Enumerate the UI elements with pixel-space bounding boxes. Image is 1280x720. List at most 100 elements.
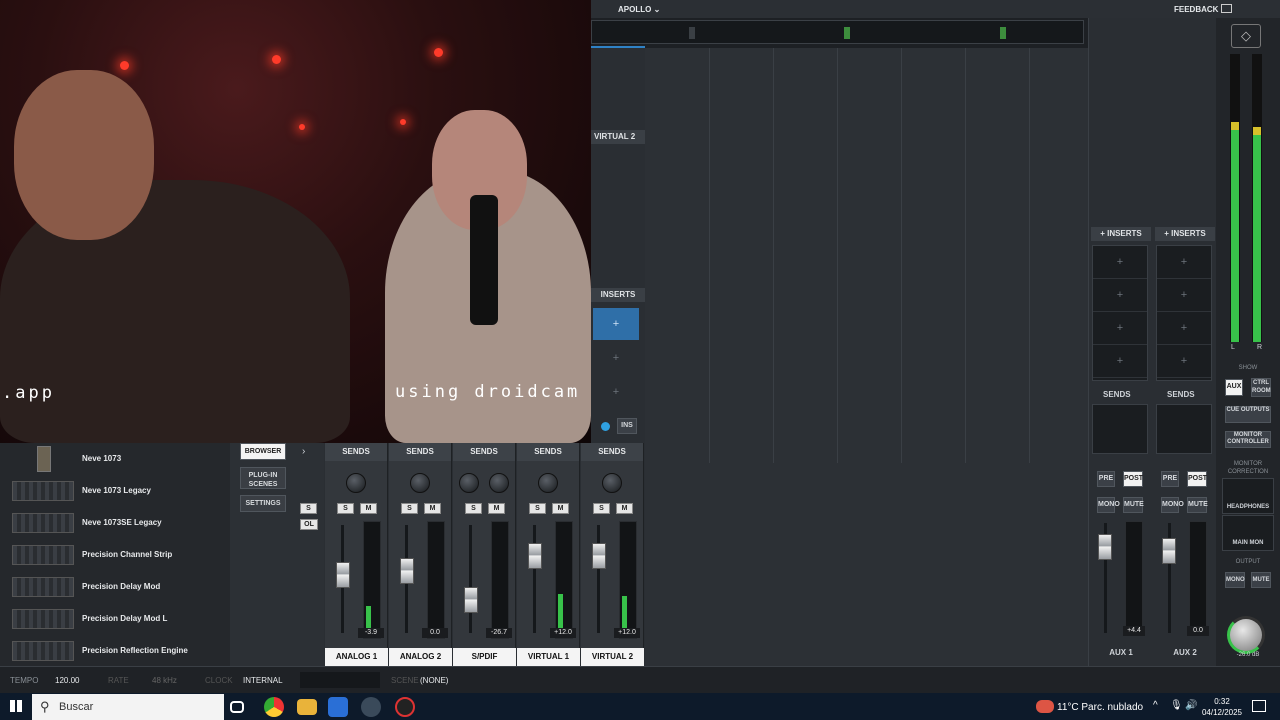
chevron-up-icon[interactable]: ^ [1153, 700, 1158, 711]
insert-slot[interactable]: + [1157, 345, 1211, 378]
aux1-sends-box[interactable] [1092, 404, 1148, 454]
show-aux-button[interactable]: AUX [1225, 379, 1243, 396]
cue-outputs-button[interactable]: CUE OUTPUTS [1225, 406, 1271, 423]
solo-button[interactable]: S [593, 503, 610, 514]
scene-value[interactable]: (NONE) [420, 676, 448, 685]
file-explorer-icon[interactable] [297, 699, 317, 715]
chevron-right-icon[interactable]: › [302, 446, 305, 457]
mute-button[interactable]: M [488, 503, 505, 514]
windows-start-icon[interactable] [10, 700, 22, 712]
aux2-sends-box[interactable] [1156, 404, 1212, 454]
aux1-post-button[interactable]: POST [1123, 471, 1143, 487]
aux1-inserts-header[interactable]: + INSERTS [1091, 227, 1151, 241]
plugin-item[interactable]: Neve 1073 Legacy [0, 475, 230, 507]
browser-tab[interactable]: BROWSER [240, 443, 286, 460]
aux2-post-button[interactable]: POST [1187, 471, 1207, 487]
plugin-item[interactable]: Precision Delay Mod [0, 571, 230, 603]
channel-fader[interactable] [464, 586, 478, 613]
rate-value[interactable]: 48 kHz [152, 676, 177, 685]
solo-button[interactable]: S [337, 503, 354, 514]
plugin-scenes-tab[interactable]: PLUG-IN SCENES [240, 467, 286, 489]
app-icon[interactable] [395, 697, 415, 717]
solo-button[interactable]: S [465, 503, 482, 514]
send-knob[interactable] [538, 473, 558, 493]
app-icon[interactable] [361, 697, 381, 717]
main-mon-box[interactable]: MAIN MON [1222, 515, 1274, 551]
mute-button[interactable]: M [424, 503, 441, 514]
send-knob[interactable] [602, 473, 622, 493]
plugin-item[interactable]: Precision Channel Strip [0, 539, 230, 571]
microphone-icon[interactable]: 🎙 [1170, 700, 1183, 711]
taskbar-search[interactable]: ⚲ Buscar [32, 694, 224, 720]
aux2-pre-button[interactable]: PRE [1161, 471, 1179, 487]
ins-button[interactable]: INS [617, 418, 637, 434]
overload-button[interactable]: OL [300, 519, 318, 530]
window-icon[interactable] [1221, 4, 1232, 13]
task-view-icon[interactable] [230, 701, 244, 713]
send-knob[interactable] [459, 473, 479, 493]
weather-text[interactable]: 11°C Parc. nublado [1057, 702, 1143, 713]
aux2-inserts-header[interactable]: + INSERTS [1155, 227, 1215, 241]
overview-marker [689, 27, 695, 39]
aux2-mute-button[interactable]: MUTE [1187, 497, 1208, 513]
settings-tab[interactable]: SETTINGS [240, 495, 286, 512]
insert-slot[interactable]: + [1157, 312, 1211, 345]
aux2-fader[interactable] [1162, 538, 1176, 564]
notifications-icon[interactable] [1252, 700, 1266, 712]
aux1-fader[interactable] [1098, 534, 1112, 560]
insert-slot[interactable]: + [1157, 279, 1211, 312]
mute-button[interactable]: M [552, 503, 569, 514]
plugin-item[interactable]: Precision Delay Mod L [0, 603, 230, 635]
send-knob[interactable] [410, 473, 430, 493]
app-icon[interactable] [328, 697, 348, 717]
plugin-item[interactable]: Neve 1073 [0, 443, 230, 475]
insert-slot[interactable]: + [1157, 246, 1211, 279]
insert-slot[interactable]: + [1093, 246, 1147, 279]
show-ctrl-room-button[interactable]: CTRL ROOM [1251, 378, 1271, 397]
headphones-box[interactable]: HEADPHONES [1222, 478, 1274, 514]
global-solo-button[interactable]: S [300, 503, 317, 514]
insert-slot[interactable]: + [1093, 345, 1147, 378]
insert-slot-1[interactable]: + [593, 308, 639, 340]
output-mute-button[interactable]: MUTE [1251, 572, 1271, 588]
unison-led-icon[interactable] [601, 422, 610, 431]
aux1-pre-button[interactable]: PRE [1097, 471, 1115, 487]
sends-header[interactable]: SENDS [453, 443, 515, 461]
send-knob[interactable] [346, 473, 366, 493]
solo-button[interactable]: S [401, 503, 418, 514]
meter-right-fill [1253, 127, 1261, 342]
insert-slot-3[interactable]: + [593, 376, 639, 408]
device-selector[interactable]: APOLLO ⌄ [618, 5, 660, 14]
channel-fader[interactable] [592, 543, 606, 570]
aux1-mono-button[interactable]: MONO [1097, 497, 1120, 513]
plugin-item[interactable]: Neve 1073SE Legacy [0, 507, 230, 539]
speaker-icon[interactable]: 🔊 [1185, 700, 1197, 711]
send-knob[interactable] [489, 473, 509, 493]
monitor-volume-knob[interactable] [1227, 616, 1265, 654]
weather-icon[interactable] [1036, 700, 1054, 713]
output-mono-button[interactable]: MONO [1225, 572, 1245, 588]
sends-header[interactable]: SENDS [389, 443, 451, 461]
chrome-icon[interactable] [264, 697, 284, 717]
insert-slot[interactable]: + [1093, 279, 1147, 312]
aux1-mute-button[interactable]: MUTE [1123, 497, 1144, 513]
channel-overview-bar[interactable] [591, 20, 1084, 44]
plugin-item[interactable]: Precision Reflection Engine [0, 635, 230, 667]
mute-button[interactable]: M [616, 503, 633, 514]
clock[interactable]: 0:32 04/12/2025 [1200, 696, 1244, 718]
feedback-button[interactable]: FEEDBACK [1174, 5, 1218, 14]
channel-fader[interactable] [400, 557, 414, 584]
tempo-value[interactable]: 120.00 [55, 676, 79, 685]
aux2-mono-button[interactable]: MONO [1161, 497, 1184, 513]
mute-button[interactable]: M [360, 503, 377, 514]
sends-header[interactable]: SENDS [325, 443, 387, 461]
clock-value[interactable]: INTERNAL [243, 676, 283, 685]
channel-fader[interactable] [528, 543, 542, 570]
solo-button[interactable]: S [529, 503, 546, 514]
insert-slot[interactable]: + [1093, 312, 1147, 345]
monitor-controller-button[interactable]: MONITOR CONTROLLER [1225, 431, 1271, 448]
channel-fader[interactable] [336, 561, 350, 588]
insert-slot-2[interactable]: + [593, 342, 639, 374]
sends-header[interactable]: SENDS [581, 443, 643, 461]
sends-header[interactable]: SENDS [517, 443, 579, 461]
